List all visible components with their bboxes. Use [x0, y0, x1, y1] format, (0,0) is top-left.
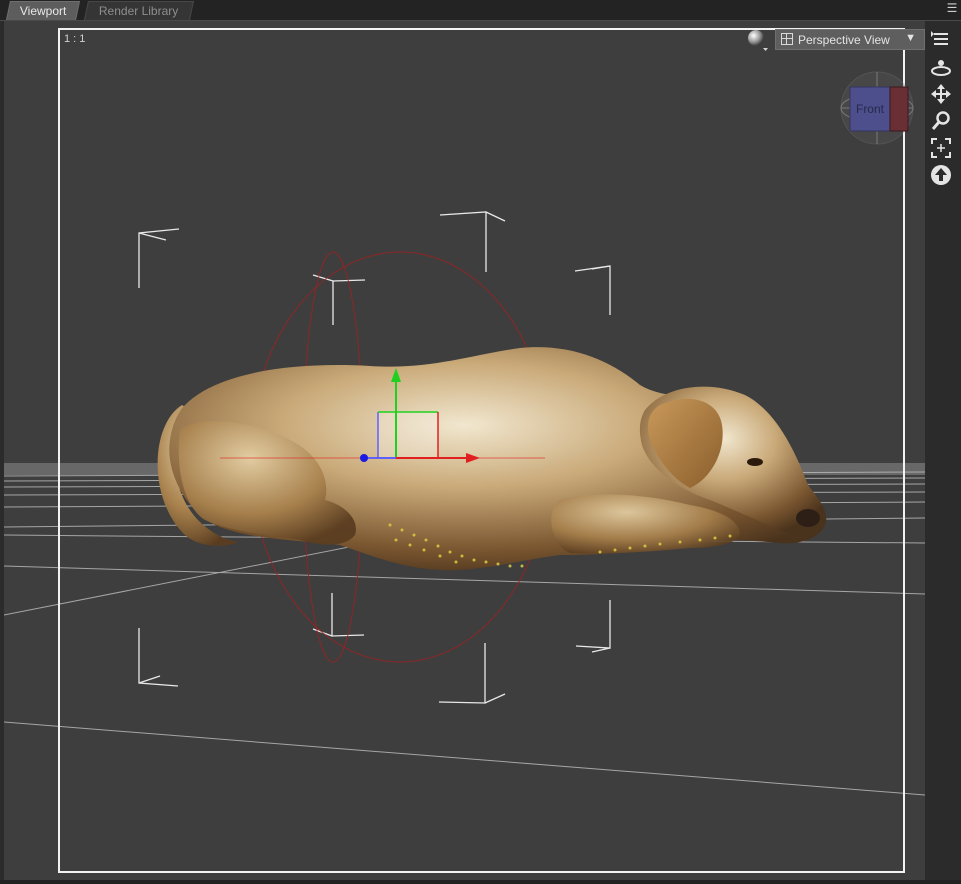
render-frame [58, 28, 905, 873]
menu-list-icon[interactable] [930, 28, 952, 50]
draw-style-sphere-icon[interactable] [746, 28, 768, 52]
view-cube[interactable]: Front [840, 70, 914, 146]
frame-icon[interactable] [930, 137, 952, 159]
view-cube-face-label: Front [856, 102, 885, 116]
magnifier-icon[interactable] [930, 110, 952, 132]
chevron-down-icon: ▼ [905, 32, 916, 44]
view-selector-label: Perspective View [798, 33, 890, 47]
up-arrow-circle-icon[interactable] [930, 164, 952, 186]
viewport-bottom-edge [0, 880, 961, 884]
aspect-ratio-label: 1 : 1 [64, 33, 86, 45]
orbit-icon[interactable] [930, 56, 952, 78]
view-grid-icon [781, 33, 793, 45]
move-arrows-icon[interactable] [930, 83, 952, 105]
view-selector-dropdown[interactable]: Perspective View ▼ [775, 29, 925, 50]
